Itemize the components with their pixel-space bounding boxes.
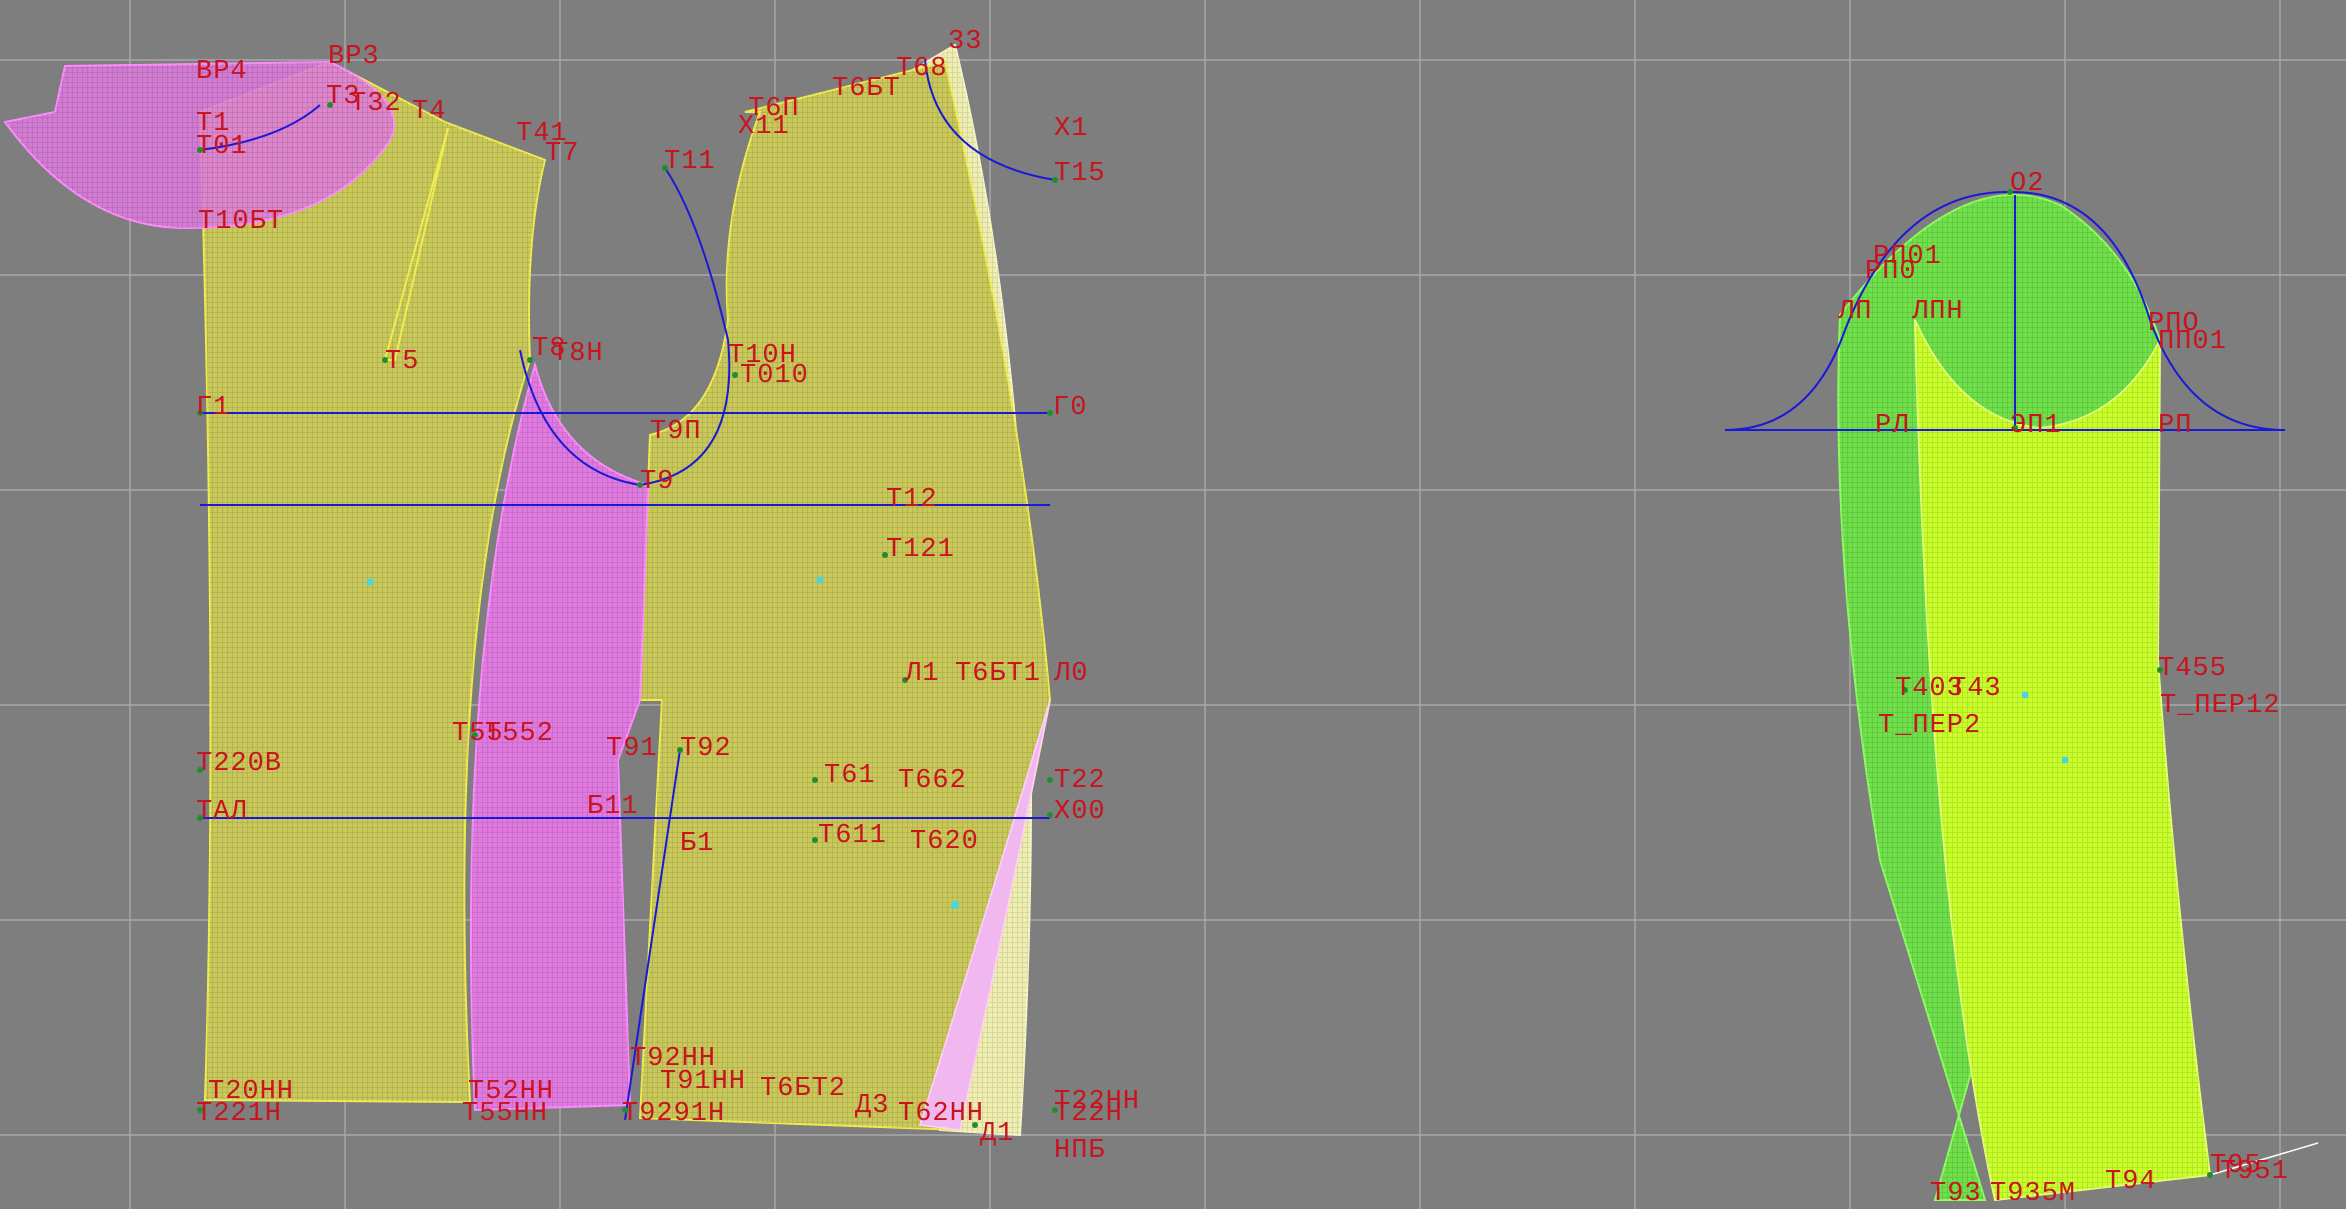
label-x1: Х1 <box>1054 114 1088 144</box>
label-t01: Т01 <box>196 132 248 162</box>
label-t121: Т121 <box>886 535 955 565</box>
label-t5: Т5 <box>385 347 419 377</box>
label-rp0: РП0 <box>1865 257 1917 287</box>
label-t611: Т611 <box>818 821 887 851</box>
label-t11: Т11 <box>664 147 716 177</box>
label-o2: О2 <box>2010 169 2044 199</box>
label-lpn: ЛПН <box>1911 297 1964 327</box>
label-t10bt: Т10БТ <box>198 207 284 237</box>
label-t9291n: Т9291Н <box>622 1099 725 1129</box>
label-t010: Т010 <box>740 361 809 391</box>
label-t62nn: Т62НН <box>898 1099 984 1129</box>
label-t12: Т12 <box>886 485 938 515</box>
label-t220v: Т220В <box>196 749 282 779</box>
label-lp: ЛП <box>1837 297 1872 327</box>
label-t91: Т91 <box>606 734 658 764</box>
label-t951: Т951 <box>2220 1157 2289 1187</box>
cad-workspace[interactable]: ВР4 ВР3 Т3 Т32 Т4 Т41 Т7 Т1 Т01 Т10БТ Т5… <box>0 0 2346 1209</box>
label-t9: Т9 <box>640 467 674 497</box>
label-t935m: Т935М <box>1990 1179 2076 1209</box>
label-t94: Т94 <box>2105 1167 2157 1197</box>
label-x11: Х11 <box>738 112 790 142</box>
label-d1: Д1 <box>980 1119 1014 1149</box>
label-t43: Т43 <box>1950 674 2002 704</box>
label-t68: Т68 <box>896 54 948 84</box>
label-t6bt1: Т6БТ1 <box>955 659 1041 689</box>
label-b11: Б11 <box>587 792 639 822</box>
label-t620: Т620 <box>910 827 979 857</box>
label-l1: Л1 <box>904 659 939 689</box>
label-t221n: Т221Н <box>196 1099 282 1129</box>
label-pp01: ПП01 <box>2158 327 2227 357</box>
label-rp: РП <box>2158 411 2192 441</box>
label-t22h: Т22Н <box>1054 1099 1123 1129</box>
label-rl: РЛ <box>1875 411 1909 441</box>
label-t_per2: Т_ПЕР2 <box>1878 711 1981 741</box>
label-tal: ТАЛ <box>196 797 248 827</box>
label-t91nn: Т91НН <box>660 1067 746 1097</box>
label-t32: Т32 <box>350 89 402 119</box>
label-t662: Т662 <box>898 766 967 796</box>
label-npb: НПБ <box>1054 1136 1106 1166</box>
label-t55nn: Т55НН <box>462 1099 548 1129</box>
label-t93: Т93 <box>1930 1179 1982 1209</box>
label-x00: Х00 <box>1054 797 1106 827</box>
label-t92: Т92 <box>680 734 732 764</box>
label-t455: Т455 <box>2158 654 2227 684</box>
label-33: 33 <box>948 27 982 57</box>
label-t4: Т4 <box>412 97 446 127</box>
label-t15: Т15 <box>1054 159 1106 189</box>
pattern-canvas[interactable]: ВР4 ВР3 Т3 Т32 Т4 Т41 Т7 Т1 Т01 Т10БТ Т5… <box>0 0 2346 1209</box>
label-t7: Т7 <box>545 139 579 169</box>
label-g0: Г0 <box>1053 393 1087 423</box>
label-t9p: Т9П <box>650 417 702 447</box>
label-t8n: Т8Н <box>552 339 604 369</box>
label-t6bt2: Т6БТ2 <box>760 1074 846 1104</box>
label-t552: Т552 <box>485 719 554 749</box>
label-vr4: ВР4 <box>196 57 248 87</box>
label-b1: Б1 <box>680 829 714 859</box>
label-g1: Г1 <box>196 393 230 423</box>
label-vr3: ВР3 <box>328 42 380 72</box>
label-t6bt: Т6БТ <box>832 74 901 104</box>
label-t_per12: Т_ПЕР12 <box>2160 691 2280 721</box>
label-e1: ЭП1 <box>2010 411 2062 441</box>
label-d3: Д3 <box>855 1091 889 1121</box>
label-t61: Т61 <box>824 761 876 791</box>
label-l0: Л0 <box>1053 659 1088 689</box>
label-t22: Т22 <box>1054 766 1106 796</box>
